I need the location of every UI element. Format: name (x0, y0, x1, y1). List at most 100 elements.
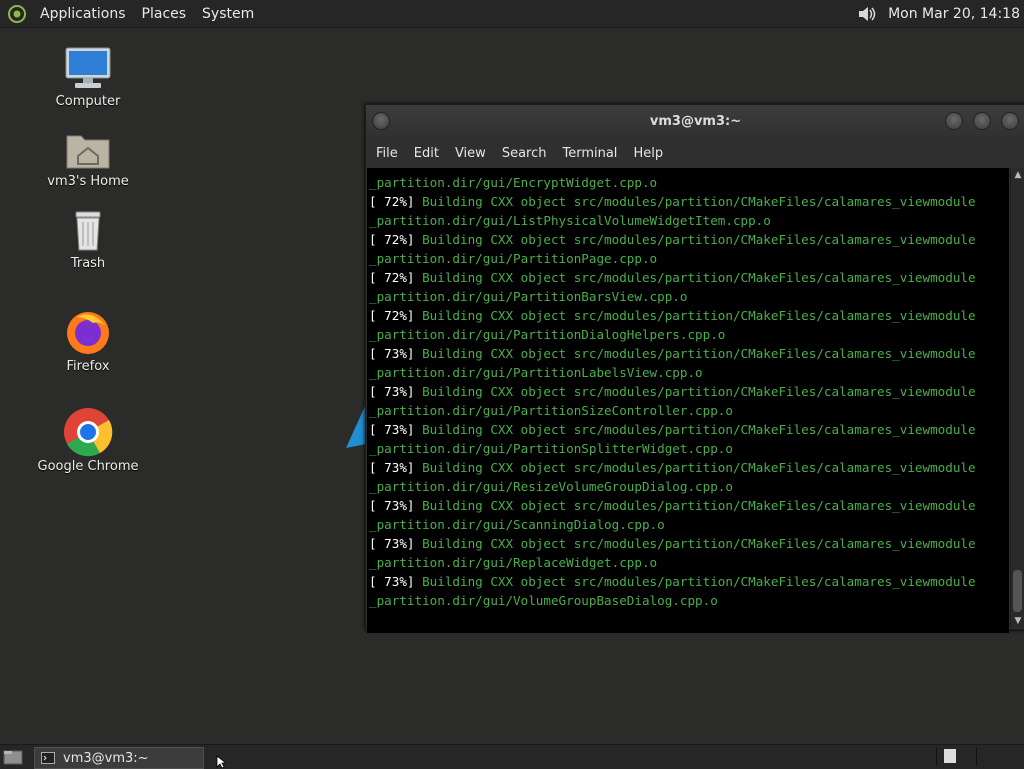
build-target-path: _partition.dir/gui/PartitionDialogHelper… (369, 327, 726, 342)
terminal-line: _partition.dir/gui/PartitionPage.cpp.o (367, 249, 1009, 268)
build-progress-percent: [ 73%] (369, 498, 415, 513)
terminal-line: _partition.dir/gui/ListPhysicalVolumeWid… (367, 211, 1009, 230)
menu-file[interactable]: File (368, 146, 406, 161)
terminal-line: [ 73%] Building CXX object src/modules/p… (367, 496, 1009, 515)
mouse-cursor-icon (216, 755, 228, 768)
build-progress-percent: [ 72%] (369, 232, 415, 247)
build-target-path: _partition.dir/gui/PartitionSizeControll… (369, 403, 733, 418)
terminal-line: [ 72%] Building CXX object src/modules/p… (367, 268, 1009, 287)
build-progress-percent: [ 73%] (369, 460, 415, 475)
workspace-1[interactable] (936, 748, 973, 766)
home-folder-icon (66, 135, 110, 169)
terminal-line: [ 72%] Building CXX object src/modules/p… (367, 230, 1009, 249)
distro-logo-icon[interactable] (8, 4, 26, 23)
menu-search[interactable]: Search (494, 146, 555, 161)
minimize-icon[interactable] (945, 112, 963, 130)
terminal-line: _partition.dir/gui/PartitionBarsView.cpp… (367, 287, 1009, 306)
build-target-path: _partition.dir/gui/ReplaceWidget.cpp.o (369, 555, 658, 570)
build-message: Building CXX object src/modules/partitio… (414, 194, 976, 209)
taskbar-item-terminal[interactable]: vm3@vm3:~ (34, 747, 204, 769)
computer-icon (65, 47, 111, 88)
build-message: Building CXX object src/modules/partitio… (414, 346, 976, 361)
terminal-line: _partition.dir/gui/VolumeGroupBaseDialog… (367, 591, 1009, 610)
clock[interactable]: Mon Mar 20, 14:18 (888, 6, 1020, 22)
top-panel: Applications Places System Mon Mar 20, 1… (0, 0, 1024, 28)
firefox-icon (67, 312, 109, 354)
terminal-window: vm3@vm3:~ File Edit View Search Terminal… (365, 104, 1024, 633)
build-message: Building CXX object src/modules/partitio… (414, 270, 976, 285)
desktop-icon-firefox[interactable]: Firefox (33, 307, 143, 375)
desktop-icon-label: Google Chrome (37, 459, 139, 474)
menu-help[interactable]: Help (625, 146, 671, 161)
maximize-icon[interactable] (973, 112, 991, 130)
chrome-icon (64, 408, 113, 457)
terminal-menubar: File Edit View Search Terminal Help (366, 138, 1024, 168)
build-message: Building CXX object src/modules/partitio… (414, 232, 976, 247)
desktop-icon-trash[interactable]: Trash (33, 208, 143, 272)
places-menu[interactable]: Places (134, 6, 195, 22)
build-message: Building CXX object src/modules/partitio… (414, 422, 976, 437)
desktop-icon-label: vm3's Home (47, 174, 129, 189)
build-target-path: _partition.dir/gui/PartitionLabelsView.c… (369, 365, 703, 380)
terminal-line: _partition.dir/gui/ReplaceWidget.cpp.o (367, 553, 1009, 572)
build-progress-percent: [ 72%] (369, 194, 415, 209)
menu-view[interactable]: View (447, 146, 494, 161)
scroll-down-arrow-icon[interactable]: ▼ (1011, 614, 1024, 628)
system-menu[interactable]: System (194, 6, 262, 22)
terminal-line: _partition.dir/gui/PartitionSizeControll… (367, 401, 1009, 420)
terminal-line: _partition.dir/gui/PartitionDialogHelper… (367, 325, 1009, 344)
terminal-line: _partition.dir/gui/ResizeVolumeGroupDial… (367, 477, 1009, 496)
close-icon[interactable] (1001, 112, 1019, 130)
desktop-icon-label: Firefox (66, 359, 110, 374)
build-progress-percent: [ 73%] (369, 574, 415, 589)
build-message: Building CXX object src/modules/partitio… (414, 498, 976, 513)
build-target-path: _partition.dir/gui/PartitionBarsView.cpp… (369, 289, 688, 304)
terminal-line: [ 73%] Building CXX object src/modules/p… (367, 344, 1009, 363)
desktop-icon-computer[interactable]: Computer (33, 46, 143, 110)
applications-menu[interactable]: Applications (32, 6, 134, 22)
terminal-line: _partition.dir/gui/PartitionSplitterWidg… (367, 439, 1009, 458)
menu-edit[interactable]: Edit (406, 146, 447, 161)
terminal-line: [ 73%] Building CXX object src/modules/p… (367, 420, 1009, 439)
terminal-line: _partition.dir/gui/EncryptWidget.cpp.o (367, 173, 1009, 192)
build-target-path: _partition.dir/gui/ScanningDialog.cpp.o (369, 517, 665, 532)
menu-terminal[interactable]: Terminal (554, 146, 625, 161)
terminal-line: [ 73%] Building CXX object src/modules/p… (367, 382, 1009, 401)
terminal-line: [ 72%] Building CXX object src/modules/p… (367, 192, 1009, 211)
terminal-output[interactable]: _partition.dir/gui/EncryptWidget.cpp.o [ … (367, 168, 1009, 633)
build-progress-percent: [ 73%] (369, 536, 415, 551)
build-message: Building CXX object src/modules/partitio… (414, 574, 976, 589)
build-message: Building CXX object src/modules/partitio… (414, 308, 976, 323)
terminal-line: [ 73%] Building CXX object src/modules/p… (367, 534, 1009, 553)
scrollbar-thumb[interactable] (1013, 570, 1022, 612)
build-target-path: _partition.dir/gui/ListPhysicalVolumeWid… (369, 213, 771, 228)
desktop-icon-home[interactable]: vm3's Home (33, 128, 143, 190)
taskbar-item-label: vm3@vm3:~ (63, 750, 149, 766)
build-progress-percent: [ 73%] (369, 346, 415, 361)
scroll-up-arrow-icon[interactable]: ▲ (1011, 168, 1024, 182)
build-target-path: _partition.dir/gui/EncryptWidget.cpp.o (369, 175, 658, 190)
terminal-line: [ 72%] Building CXX object src/modules/p… (367, 306, 1009, 325)
build-target-path: _partition.dir/gui/VolumeGroupBaseDialog… (369, 593, 718, 608)
top-panel-right: Mon Mar 20, 14:18 (856, 0, 1020, 27)
bottom-panel: vm3@vm3:~ (0, 744, 1024, 769)
build-target-path: _partition.dir/gui/ResizeVolumeGroupDial… (369, 479, 733, 494)
window-menu-icon[interactable] (372, 112, 390, 130)
window-titlebar[interactable]: vm3@vm3:~ (366, 105, 1024, 138)
build-target-path: _partition.dir/gui/PartitionSplitterWidg… (369, 441, 733, 456)
terminal-scrollbar[interactable]: ▲ ▼ (1010, 168, 1024, 628)
terminal-line: [ 73%] Building CXX object src/modules/p… (367, 572, 1009, 591)
desktop-icon-label: Trash (70, 256, 106, 271)
window-title: vm3@vm3:~ (649, 114, 742, 129)
workspace-2[interactable] (976, 748, 1013, 766)
build-progress-percent: [ 73%] (369, 422, 415, 437)
terminal-line: _partition.dir/gui/PartitionLabelsView.c… (367, 363, 1009, 382)
build-target-path: _partition.dir/gui/PartitionPage.cpp.o (369, 251, 658, 266)
terminal-line: [ 73%] Building CXX object src/modules/p… (367, 458, 1009, 477)
build-progress-percent: [ 73%] (369, 384, 415, 399)
volume-icon[interactable] (856, 3, 878, 25)
build-message: Building CXX object src/modules/partitio… (414, 536, 976, 551)
desktop-icon-chrome[interactable]: Google Chrome (33, 407, 143, 475)
trash-icon (75, 211, 101, 251)
show-desktop-icon[interactable] (2, 748, 24, 766)
